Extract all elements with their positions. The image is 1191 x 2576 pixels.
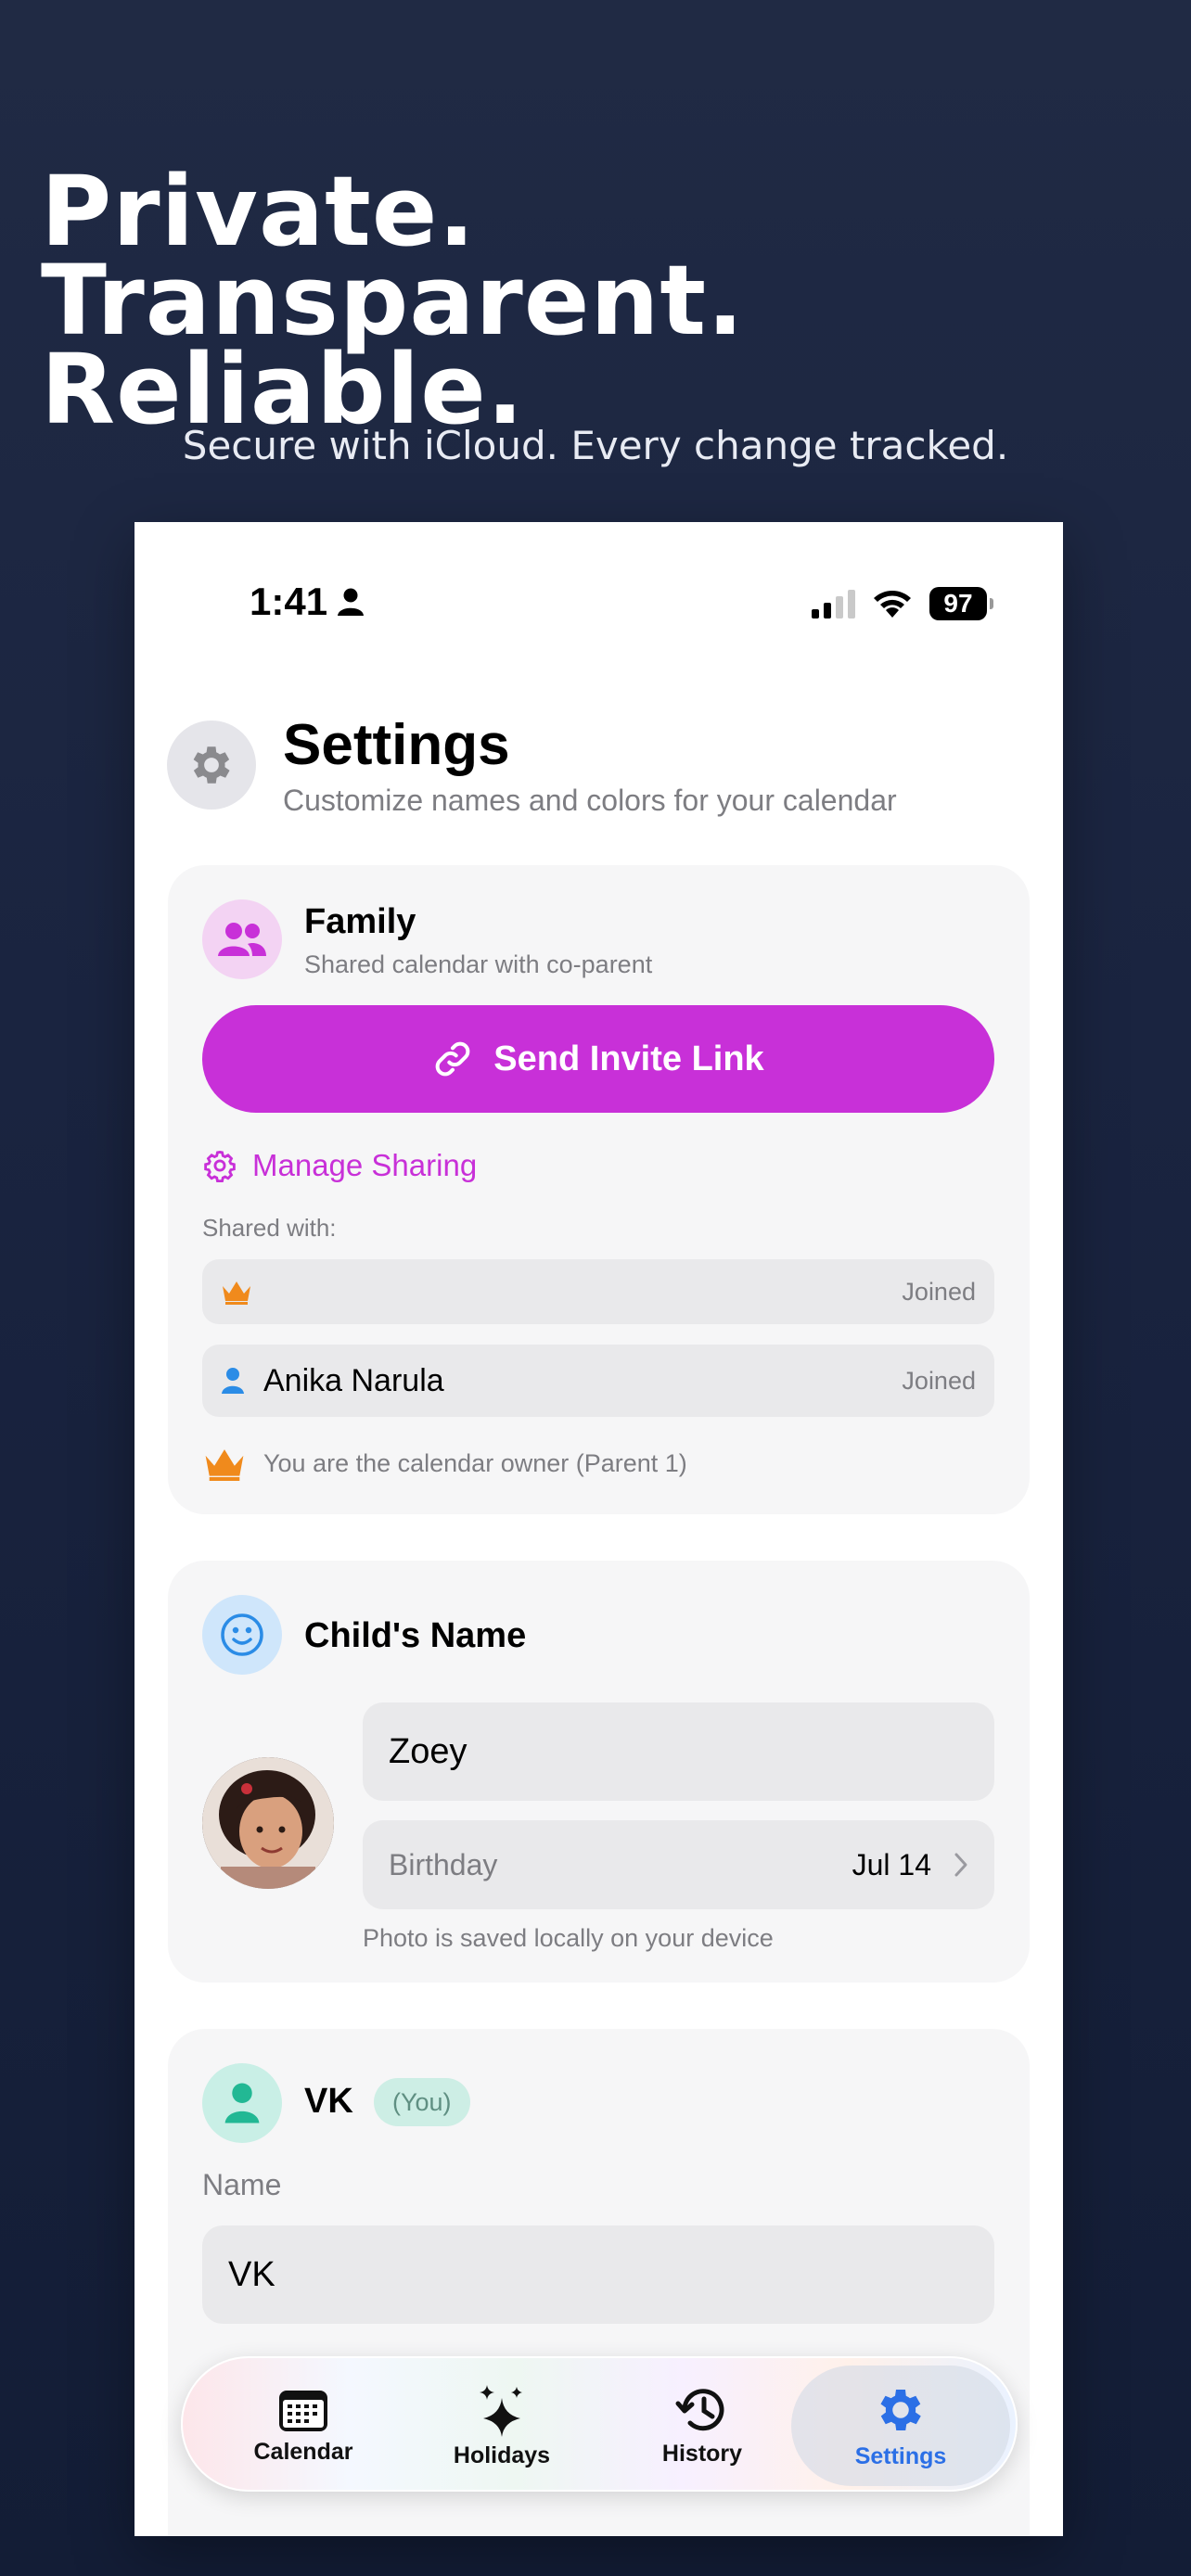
member-name: Anika Narula: [263, 1362, 444, 1398]
wifi-icon: [874, 591, 911, 618]
family-avatar: [202, 899, 282, 979]
parent-avatar: [202, 2063, 282, 2143]
member-row: Anika Narula Joined: [202, 1345, 994, 1417]
owner-note: You are the calendar owner (Parent 1): [202, 1446, 687, 1481]
battery-indicator: 97: [929, 587, 993, 620]
status-time: 1:41: [250, 580, 365, 624]
parent-name-input[interactable]: VK: [202, 2225, 994, 2324]
birthday-row[interactable]: Birthday Jul 14: [363, 1820, 994, 1909]
person-icon: [222, 1368, 244, 1394]
child-name-value: Zoey: [389, 1731, 467, 1771]
crown-icon: [205, 1449, 244, 1481]
parent-name-title: VK: [304, 2082, 353, 2121]
tab-history[interactable]: History: [609, 2358, 795, 2493]
owner-note-text: You are the calendar owner (Parent 1): [263, 1448, 687, 1477]
child-photo-image: [202, 1757, 334, 1889]
smiley-icon: [221, 1613, 263, 1656]
person-status-icon: [338, 588, 365, 616]
gear-icon: [193, 746, 230, 784]
marketing-subheadline: Secure with iCloud. Every change tracked…: [182, 423, 1009, 468]
tab-history-label: History: [661, 2440, 743, 2467]
tab-settings[interactable]: Settings: [808, 2358, 993, 2493]
sparkles-icon: [480, 2384, 522, 2437]
shared-with-label: Shared with:: [202, 1214, 337, 1242]
send-invite-link-label: Send Invite Link: [493, 1039, 764, 1078]
people-icon: [218, 923, 266, 956]
tab-holidays[interactable]: Holidays: [409, 2358, 595, 2493]
tab-bar: Calendar Holidays History Settings: [181, 2356, 1018, 2492]
chevron-right-icon: [954, 1853, 967, 1877]
member-status: Joined: [902, 1366, 976, 1395]
family-title: Family: [304, 902, 416, 941]
person-icon: [224, 2083, 260, 2123]
phone-screen: 1:41 97 Settings Customize names and col…: [134, 522, 1063, 2536]
child-name-input[interactable]: Zoey: [363, 1702, 994, 1801]
birthday-value: Jul 14: [852, 1847, 931, 1881]
cellular-signal-icon: [812, 589, 855, 618]
member-row: Joined: [202, 1259, 994, 1324]
tab-settings-label: Settings: [854, 2442, 947, 2469]
child-card-title: Child's Name: [304, 1616, 527, 1655]
gear-outline-icon: [204, 1150, 236, 1183]
manage-sharing-link[interactable]: Manage Sharing: [202, 1148, 477, 1183]
child-card: Child's Name Zoey Birthday Jul 14 Photo …: [168, 1561, 1030, 1983]
tab-calendar-label: Calendar: [253, 2438, 353, 2465]
family-card: Family Shared calendar with co-parent Se…: [168, 865, 1030, 1514]
gear-icon: [880, 2389, 921, 2430]
birthday-label: Birthday: [389, 1847, 498, 1881]
family-subtitle: Shared calendar with co-parent: [304, 950, 653, 978]
page-title: Settings: [283, 713, 510, 777]
status-time-text: 1:41: [250, 580, 328, 623]
parent-name-label: Name: [202, 2168, 282, 2201]
child-photo[interactable]: [202, 1757, 334, 1889]
tab-holidays-label: Holidays: [453, 2442, 551, 2468]
headline-line-2: Reliable.: [41, 333, 525, 446]
settings-header-icon: [167, 721, 256, 810]
parent-name-value: VK: [228, 2254, 275, 2294]
manage-sharing-label: Manage Sharing: [252, 1148, 478, 1182]
marketing-headline: Private. Transparent. Reliable.: [41, 155, 1172, 446]
link-icon: [435, 1041, 470, 1077]
headline-line-1: Private. Transparent.: [41, 155, 745, 357]
child-avatar: [202, 1595, 282, 1675]
photo-note: Photo is saved locally on your device: [363, 1924, 774, 1952]
history-icon: [675, 2388, 724, 2430]
page-subtitle: Customize names and colors for your cale…: [283, 784, 897, 817]
tab-calendar[interactable]: Calendar: [211, 2358, 396, 2493]
status-indicators: 97: [812, 587, 993, 620]
crown-icon: [223, 1282, 250, 1305]
send-invite-link-button[interactable]: Send Invite Link: [202, 1005, 994, 1113]
calendar-icon: [279, 2390, 327, 2431]
member-status: Joined: [902, 1277, 976, 1306]
you-badge: (You): [374, 2078, 470, 2126]
